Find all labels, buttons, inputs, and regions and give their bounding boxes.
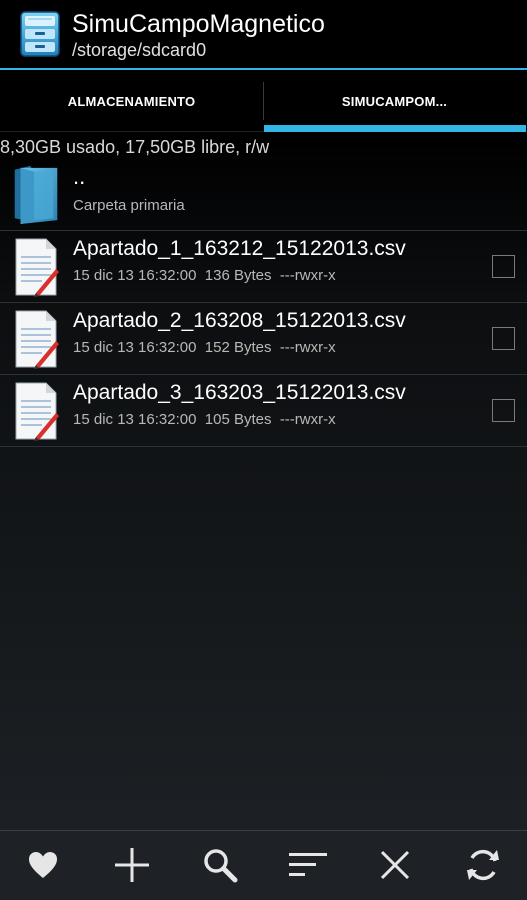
plus-icon <box>115 848 149 882</box>
file-row[interactable]: Apartado_1_163212_15122013.csv 15 dic 13… <box>0 231 527 303</box>
parent-folder-description: Carpeta primaria <box>73 197 185 214</box>
refresh-icon <box>467 849 499 881</box>
sort-button[interactable] <box>288 845 328 885</box>
file-manager-icon[interactable] <box>18 10 62 58</box>
tab-almacenamiento[interactable]: ALMACENAMIENTO <box>0 70 263 132</box>
file-list: .. Carpeta primaria Apartado_1_163212_15… <box>0 160 527 447</box>
file-name: Apartado_3_163203_15122013.csv <box>73 381 406 404</box>
refresh-button[interactable] <box>463 845 503 885</box>
title-block: SimuCampoMagnetico /storage/sdcard0 <box>72 9 325 61</box>
file-name: Apartado_1_163212_15122013.csv <box>73 237 406 260</box>
storage-info: 8,30GB usado, 17,50GB libre, r/w <box>0 137 270 157</box>
file-row[interactable]: Apartado_2_163208_15122013.csv 15 dic 13… <box>0 303 527 375</box>
sort-icon <box>289 853 327 876</box>
tab-simucampomagnetico[interactable]: SIMUCAMPOM... <box>263 70 526 132</box>
close-icon <box>380 850 410 880</box>
current-path: /storage/sdcard0 <box>72 40 207 60</box>
text-file-icon <box>15 238 59 297</box>
parent-folder-name: .. <box>73 164 86 189</box>
file-meta: 15 dic 13 16:32:00 105 Bytes ---rwxr-x <box>73 411 336 428</box>
file-meta: 15 dic 13 16:32:00 152 Bytes ---rwxr-x <box>73 339 336 356</box>
favorites-button[interactable] <box>23 845 63 885</box>
file-row[interactable]: Apartado_3_163203_15122013.csv 15 dic 13… <box>0 375 527 447</box>
heart-icon <box>29 852 57 878</box>
parent-folder-row[interactable]: .. Carpeta primaria <box>0 160 527 231</box>
folder-icon <box>14 165 58 224</box>
app-title: SimuCampoMagnetico <box>72 10 325 38</box>
search-icon <box>204 849 238 883</box>
tab-divider <box>263 82 264 120</box>
file-checkbox[interactable] <box>492 399 515 422</box>
file-meta: 15 dic 13 16:32:00 136 Bytes ---rwxr-x <box>73 267 336 284</box>
file-name: Apartado_2_163208_15122013.csv <box>73 309 406 332</box>
file-checkbox[interactable] <box>492 255 515 278</box>
add-button[interactable] <box>112 845 152 885</box>
action-bar: SimuCampoMagnetico /storage/sdcard0 <box>0 0 527 68</box>
bottom-toolbar <box>0 830 527 900</box>
close-button[interactable] <box>375 845 415 885</box>
search-button[interactable] <box>200 845 240 885</box>
text-file-icon <box>15 382 59 441</box>
text-file-icon <box>15 310 59 369</box>
file-checkbox[interactable] <box>492 327 515 350</box>
